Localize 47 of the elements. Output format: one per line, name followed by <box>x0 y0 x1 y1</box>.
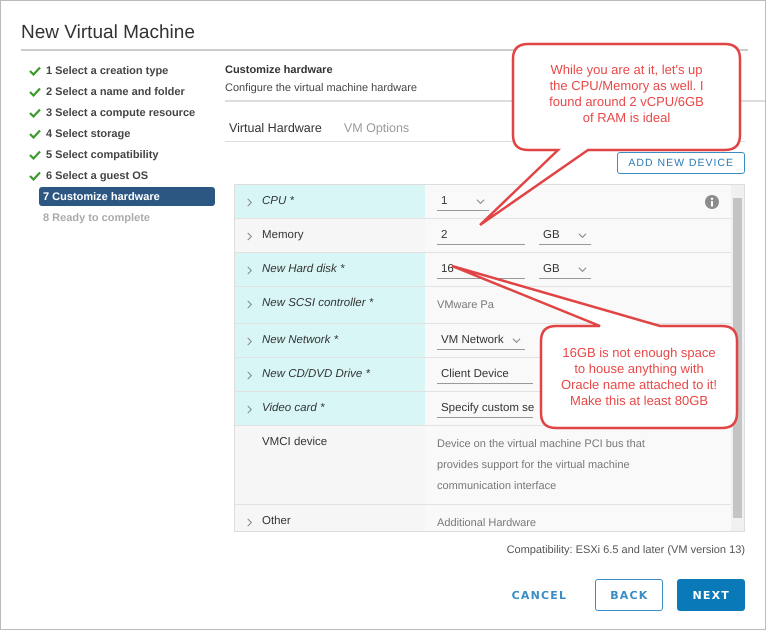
compatibility-text: Compatibility: ESXi 6.5 and later (VM version 13) <box>506 543 745 556</box>
checkmark-icon <box>29 150 41 160</box>
add-device-button[interactable]: ADD NEW DEVICE <box>617 152 745 174</box>
checkmark-icon <box>29 170 41 180</box>
caret-icon <box>578 264 587 274</box>
dropdown[interactable]: Client Device <box>437 366 533 384</box>
checkmark-icon <box>29 128 41 138</box>
device-label[interactable]: Memory <box>262 229 304 241</box>
section-subtitle: Configure the virtual machine hardware <box>225 82 417 94</box>
wizard-step[interactable]: 2 Select a name and folder <box>27 82 215 101</box>
tab[interactable]: Virtual Hardware <box>229 121 322 135</box>
device-label[interactable]: Other <box>262 515 291 527</box>
wizard-step[interactable]: 6 Select a guest OS <box>27 166 215 185</box>
device-label[interactable]: CPU * <box>262 195 294 207</box>
checkmark-icon <box>29 86 41 96</box>
dropdown[interactable]: VM Network <box>437 332 525 350</box>
dropdown[interactable]: Specify custom se <box>437 400 533 418</box>
dialog-button[interactable]: BACK <box>595 579 664 611</box>
dropdown[interactable]: 1 <box>437 193 489 211</box>
dialog-button[interactable]: CANCEL <box>498 579 582 611</box>
wizard-step[interactable]: 4 Select storage <box>27 124 215 143</box>
wizard-step[interactable]: 5 Select compatibility <box>27 145 215 164</box>
wizard-step[interactable]: 3 Select a compute resource <box>27 103 215 122</box>
device-label[interactable]: Video card * <box>262 402 324 414</box>
input-field[interactable]: 2 <box>437 227 525 245</box>
device-value: Device on the virtual machine PCI bus that provides support for the virtual machine communication interface <box>437 437 646 494</box>
callout-text: While you are at it, let's up the CPU/Memory as well. I found around 2 vCPU/6GB of RAM is ideal <box>548 62 705 126</box>
device-label[interactable]: New CD/DVD Drive * <box>262 368 370 380</box>
wizard-step[interactable]: 1 Select a creation type <box>27 61 215 80</box>
device-label[interactable]: New Network * <box>262 334 338 346</box>
info-icon[interactable] <box>705 195 719 209</box>
device-value: VMware Pa <box>437 298 494 313</box>
checkmark-icon <box>29 66 41 76</box>
device-label[interactable]: New SCSI controller * <box>262 297 374 309</box>
caret-icon <box>512 336 521 344</box>
device-label[interactable]: VMCI device <box>262 436 328 448</box>
wizard-step[interactable]: 7 Customize hardware <box>39 187 215 206</box>
dialog-button[interactable]: NEXT <box>677 579 745 611</box>
device-label[interactable]: New Hard disk * <box>262 263 344 275</box>
section-title: Customize hardware <box>225 64 333 76</box>
callout-text: 16GB is not enough space to house anything with Oracle name attached to it! Make this at least 80GB <box>560 345 718 409</box>
caret-icon <box>476 196 485 206</box>
device-value: Additional Hardware <box>437 516 536 531</box>
caret-icon <box>578 230 587 240</box>
checkmark-icon <box>29 108 41 118</box>
unit-dropdown[interactable]: GB <box>539 227 591 245</box>
unit-dropdown[interactable]: GB <box>539 261 591 279</box>
